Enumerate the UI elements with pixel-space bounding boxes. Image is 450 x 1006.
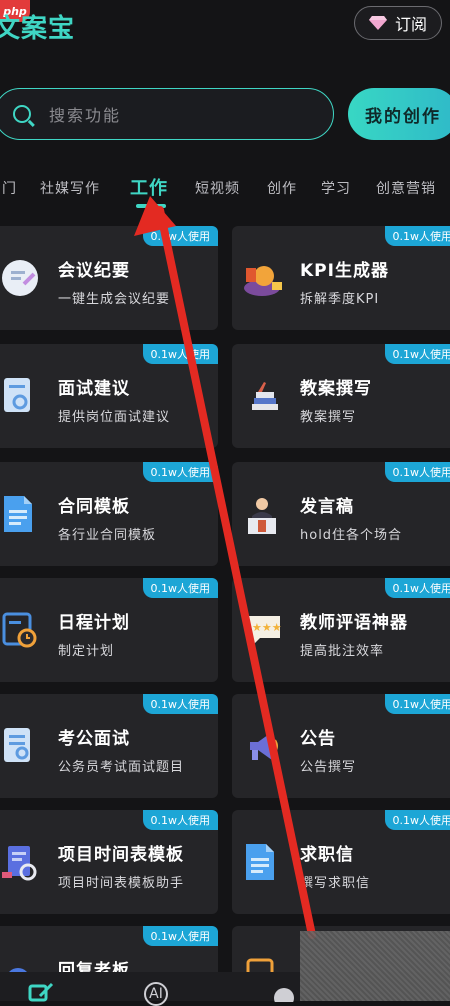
usage-badge: 0.1w人使用 [385, 344, 450, 364]
app-title: 文案宝 [0, 8, 75, 45]
card-contract-template[interactable]: 0.1w人使用 合同模板 各行业合同模板 [0, 462, 218, 566]
usage-badge: 0.1w人使用 [143, 226, 219, 246]
tab-study[interactable]: 学习 [321, 178, 351, 198]
usage-badge: 0.1w人使用 [385, 578, 450, 598]
card-title: 会议纪要 [58, 256, 130, 281]
cover-letter-icon [242, 842, 278, 878]
tab-short-video[interactable]: 短视频 [195, 178, 240, 198]
usage-badge: 0.1w人使用 [143, 810, 219, 830]
kpi-icon [242, 258, 278, 294]
card-announcement[interactable]: 0.1w人使用 公告 公告撰写 [232, 694, 450, 798]
teacher-comment-icon: ★★★ [242, 610, 278, 646]
card-schedule-plan[interactable]: 0.1w人使用 日程计划 制定计划 [0, 578, 218, 682]
card-desc: 撰写求职信 [300, 872, 370, 891]
tab-work[interactable]: 工作 [130, 174, 168, 200]
card-speech[interactable]: 0.1w人使用 发言稿 hold住各个场合 [232, 462, 450, 566]
speech-icon [242, 494, 278, 530]
svg-text:★★★: ★★★ [252, 621, 282, 634]
card-title: 考公面试 [58, 724, 130, 749]
card-title: 发言稿 [300, 492, 354, 517]
search-placeholder: 搜索功能 [49, 102, 121, 126]
card-desc: hold住各个场合 [300, 524, 402, 543]
card-desc: 教案撰写 [300, 406, 356, 425]
search-icon [13, 105, 31, 123]
announcement-icon [242, 726, 278, 762]
usage-badge: 0.1w人使用 [385, 810, 450, 830]
ai-tab-icon[interactable]: AI [144, 982, 168, 1006]
usage-badge: 0.1w人使用 [385, 694, 450, 714]
card-title: 日程计划 [58, 608, 130, 633]
card-title: 求职信 [300, 840, 354, 865]
card-title: 教案撰写 [300, 374, 372, 399]
usage-badge: 0.1w人使用 [143, 462, 219, 482]
card-lesson-plan[interactable]: 0.1w人使用 教案撰写 教案撰写 [232, 344, 450, 448]
card-desc: 公务员考试面试题目 [58, 756, 184, 775]
search-input[interactable]: 搜索功能 [0, 88, 334, 140]
diamond-icon [369, 15, 387, 31]
category-tabs: 门 社媒写作 工作 短视频 创作 学习 创意营销 [0, 168, 450, 208]
card-title: 教师评语神器 [300, 608, 408, 633]
card-meeting-notes[interactable]: 0.1w人使用 会议纪要 一键生成会议纪要 [0, 226, 218, 330]
card-project-timeline[interactable]: 0.1w人使用 项目时间表模板 项目时间表模板助手 [0, 810, 218, 914]
card-cover-letter[interactable]: 0.1w人使用 求职信 撰写求职信 [232, 810, 450, 914]
card-title: KPI生成器 [300, 256, 389, 281]
card-desc: 一键生成会议纪要 [58, 288, 170, 307]
usage-badge: 0.1w人使用 [385, 226, 450, 246]
contract-icon [0, 494, 36, 530]
usage-badge: 0.1w人使用 [143, 578, 219, 598]
card-title: 合同模板 [58, 492, 130, 517]
card-title: 面试建议 [58, 374, 130, 399]
tab-hot[interactable]: 门 [2, 178, 17, 198]
tab-creation[interactable]: 创作 [267, 178, 297, 198]
card-desc: 拆解季度KPI [300, 288, 379, 307]
card-desc: 公告撰写 [300, 756, 356, 775]
project-timeline-icon [0, 842, 36, 878]
active-tab-indicator [136, 204, 166, 208]
card-teacher-comments[interactable]: 0.1w人使用 ★★★ 教师评语神器 提高批注效率 [232, 578, 450, 682]
card-desc: 提高批注效率 [300, 640, 384, 659]
card-kpi-generator[interactable]: 0.1w人使用 KPI生成器 拆解季度KPI [232, 226, 450, 330]
meeting-notes-icon [0, 258, 36, 294]
usage-badge: 0.1w人使用 [143, 344, 219, 364]
schedule-icon [0, 610, 36, 646]
write-tab-icon[interactable] [28, 982, 56, 1006]
usage-badge: 0.1w人使用 [385, 462, 450, 482]
card-desc: 各行业合同模板 [58, 524, 156, 543]
usage-badge: 0.1w人使用 [143, 926, 219, 946]
watermark-overlay [300, 931, 450, 1001]
subscribe-button[interactable]: 订阅 [354, 6, 442, 40]
card-title: 公告 [300, 724, 336, 749]
card-desc: 项目时间表模板助手 [58, 872, 184, 891]
card-desc: 制定计划 [58, 640, 114, 659]
chat-tab-icon[interactable] [272, 986, 296, 1006]
card-desc: 提供岗位面试建议 [58, 406, 170, 425]
civil-exam-icon [0, 726, 36, 762]
lesson-plan-icon [242, 376, 278, 412]
card-interview-advice[interactable]: 0.1w人使用 面试建议 提供岗位面试建议 [0, 344, 218, 448]
tab-creative-marketing[interactable]: 创意营销 [376, 178, 436, 198]
usage-badge: 0.1w人使用 [143, 694, 219, 714]
subscribe-label: 订阅 [395, 11, 427, 35]
interview-icon [0, 376, 36, 412]
card-civil-exam-interview[interactable]: 0.1w人使用 考公面试 公务员考试面试题目 [0, 694, 218, 798]
my-creations-button[interactable]: 我的创作 [348, 88, 450, 140]
card-title: 项目时间表模板 [58, 840, 184, 865]
tab-social-writing[interactable]: 社媒写作 [40, 178, 100, 198]
